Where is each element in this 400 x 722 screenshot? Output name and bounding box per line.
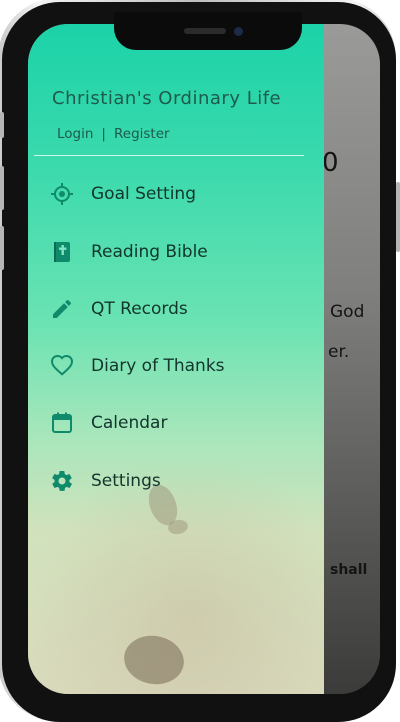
gear-icon [48, 467, 76, 495]
login-link[interactable]: Login [57, 126, 93, 142]
background-text-god: God [330, 302, 365, 322]
navigation-drawer: Christian's Ordinary Life Login | Register… [28, 24, 324, 694]
menu-item-label: Settings [91, 471, 161, 491]
front-camera [234, 27, 243, 36]
pencil-icon [48, 295, 76, 323]
menu-item-label: Reading Bible [91, 242, 208, 262]
drawer-divider [34, 155, 304, 156]
speaker-grille [184, 28, 226, 34]
menu-item-label: Calendar [91, 413, 168, 433]
background-text-shall: shall [330, 562, 368, 578]
power-button [396, 182, 400, 252]
menu-item-goal-setting[interactable]: Goal Setting [28, 170, 324, 218]
volume-up-button [0, 166, 4, 210]
background-number: 0 [322, 148, 339, 178]
bible-icon [48, 238, 76, 266]
menu-item-reading-bible[interactable]: Reading Bible [28, 228, 324, 276]
auth-links: Login | Register [57, 126, 170, 142]
background-text-er: er. [328, 342, 350, 362]
menu-item-settings[interactable]: Settings [28, 457, 324, 505]
mute-switch [0, 112, 4, 138]
screen: 0 God er. shall Christian's Ordinary Lif… [28, 24, 380, 694]
calendar-icon [48, 409, 76, 437]
register-link[interactable]: Register [114, 126, 170, 142]
auth-separator: | [101, 126, 106, 142]
app-title: Christian's Ordinary Life [52, 88, 282, 109]
menu-item-label: Diary of Thanks [91, 356, 225, 376]
menu-item-label: Goal Setting [91, 184, 196, 204]
menu-item-calendar[interactable]: Calendar [28, 399, 324, 447]
phone-frame: 0 God er. shall Christian's Ordinary Lif… [2, 2, 396, 722]
heart-icon [48, 352, 76, 380]
menu-item-label: QT Records [91, 299, 188, 319]
menu-item-diary-of-thanks[interactable]: Diary of Thanks [28, 342, 324, 390]
menu-item-qt-records[interactable]: QT Records [28, 285, 324, 333]
target-icon [48, 180, 76, 208]
volume-down-button [0, 226, 4, 270]
